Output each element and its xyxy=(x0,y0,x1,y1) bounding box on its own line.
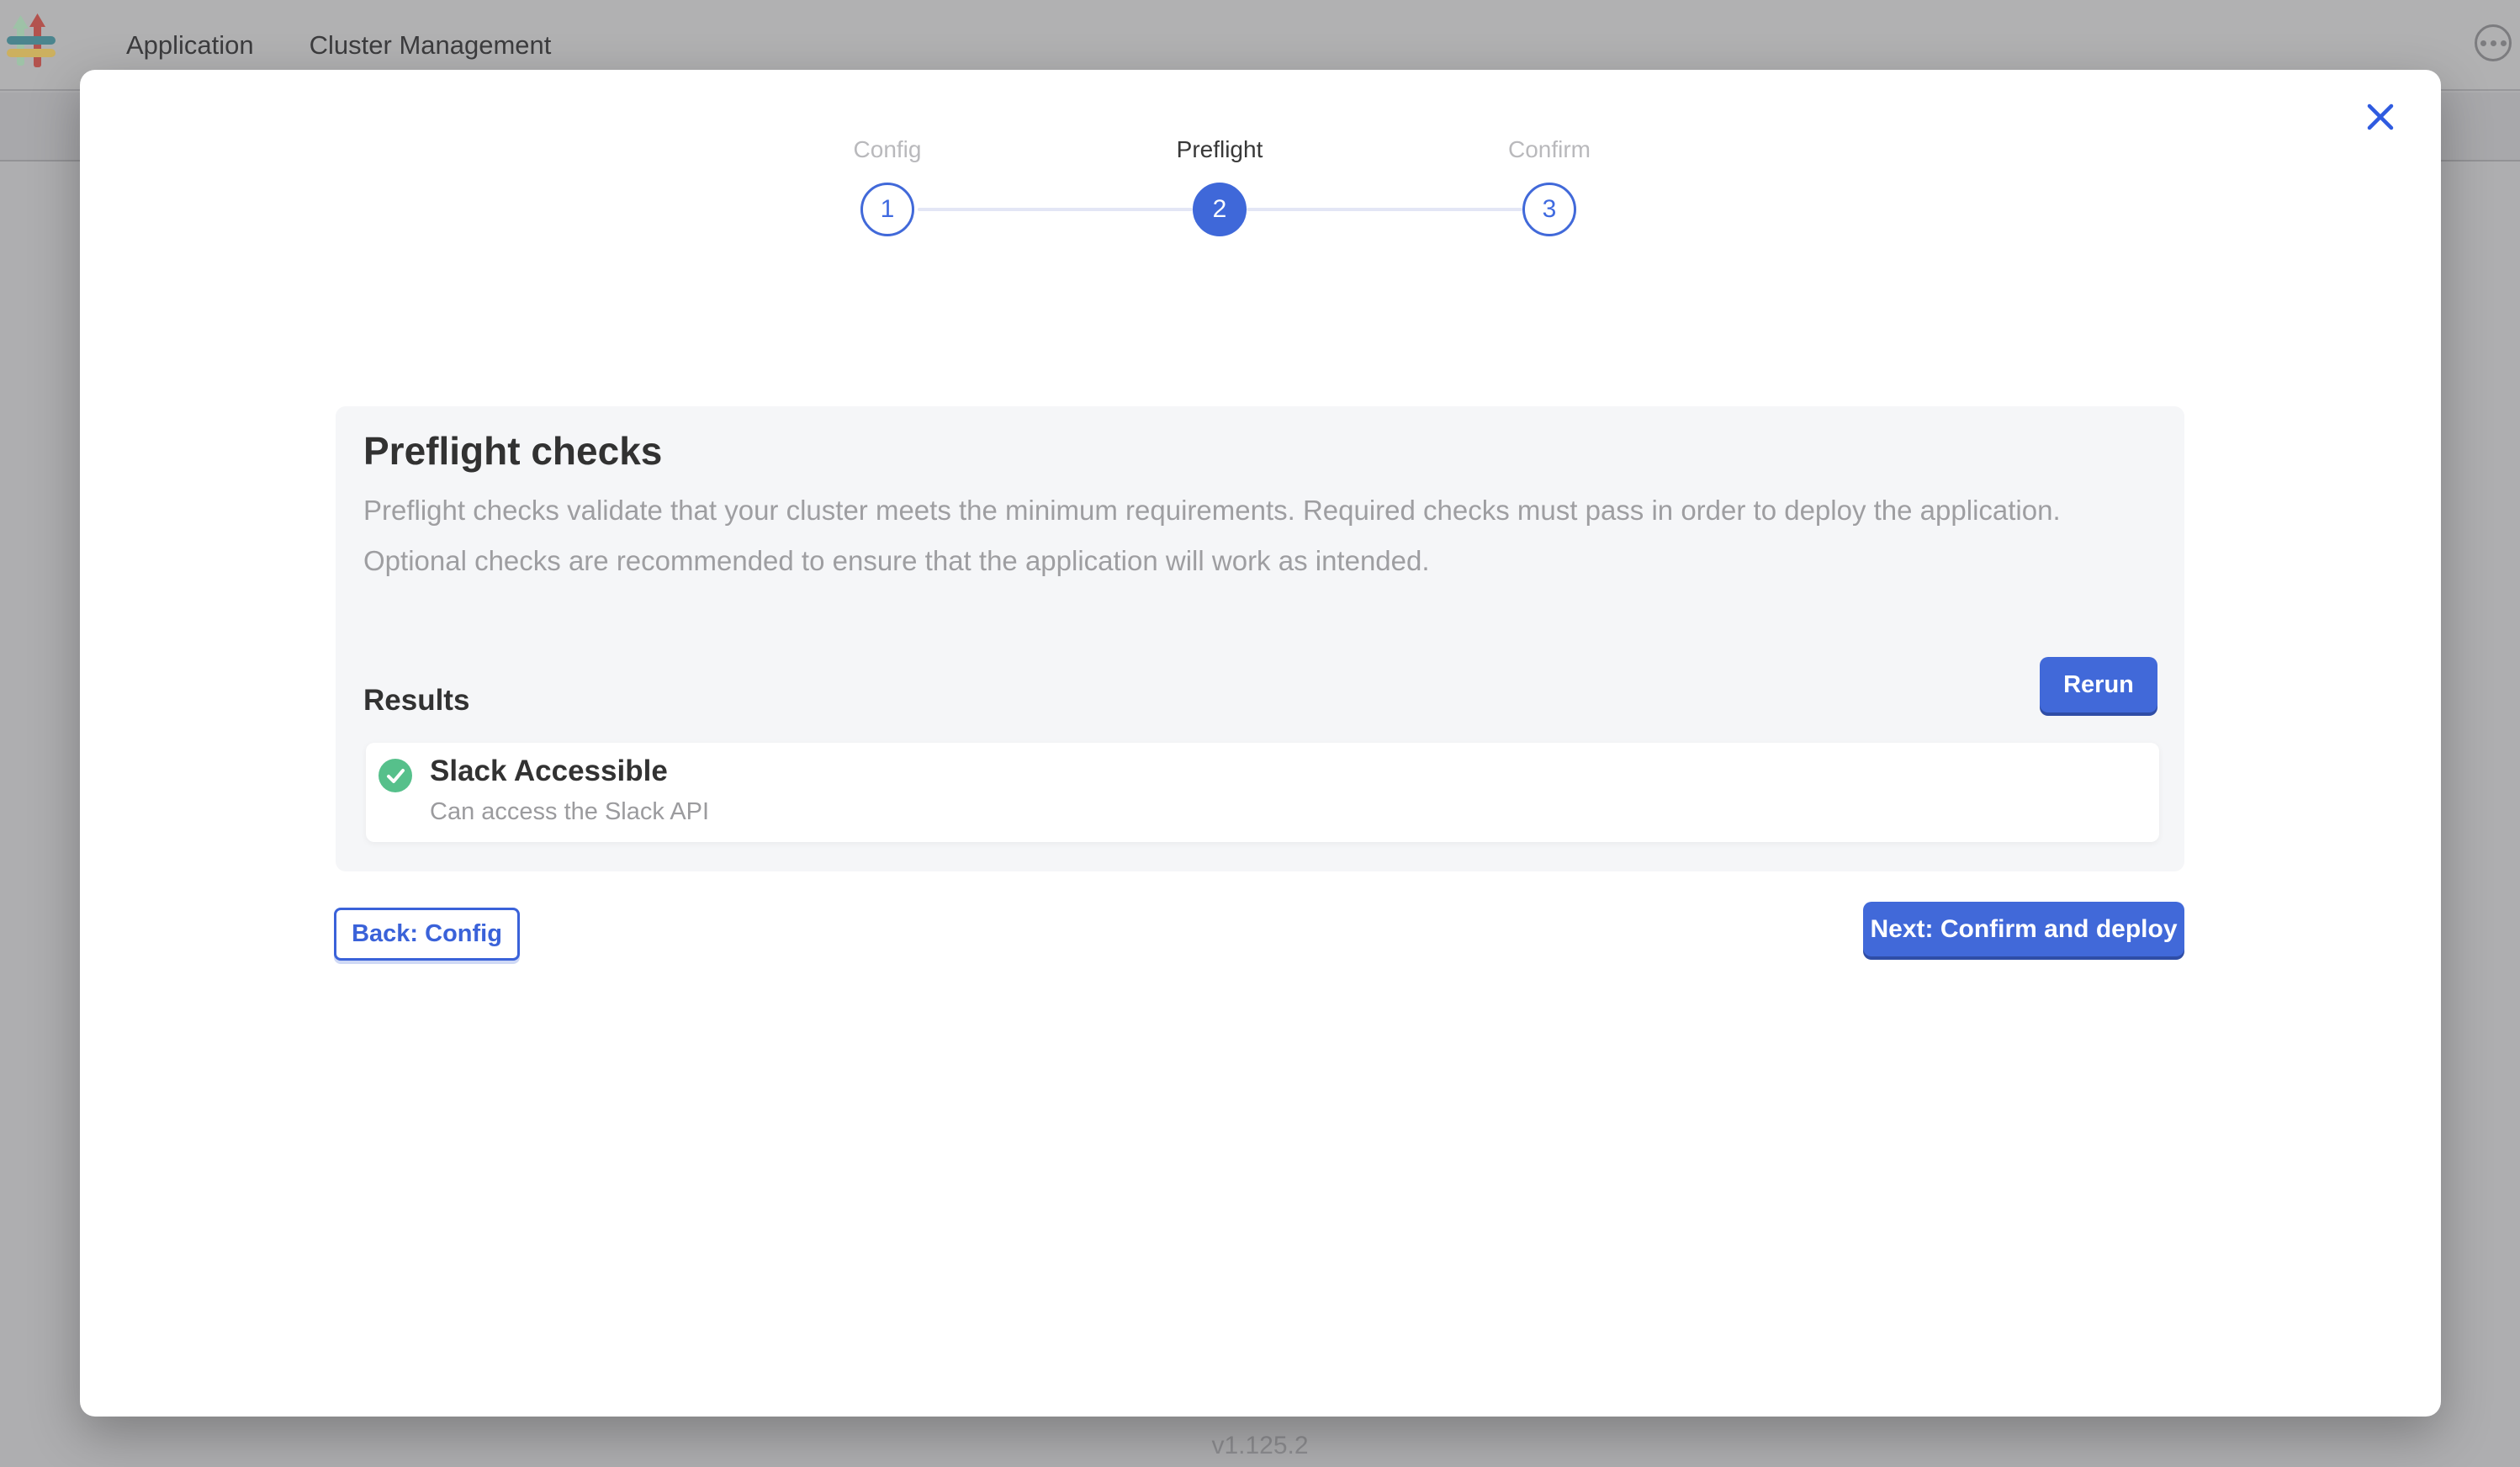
panel-description: Preflight checks validate that your clus… xyxy=(363,485,2155,586)
next-confirm-deploy-button[interactable]: Next: Confirm and deploy xyxy=(1863,902,2184,956)
preflight-wizard-modal: Config 1 Preflight 2 Confirm 3 Preflight… xyxy=(80,70,2441,1417)
step-number-circle: 2 xyxy=(1193,183,1247,236)
step-number-circle: 3 xyxy=(1522,183,1576,236)
app-logo-icon xyxy=(5,13,57,74)
nav-tab-cluster-management[interactable]: Cluster Management xyxy=(310,30,552,61)
step-label: Preflight xyxy=(1177,135,1263,164)
preflight-result-item: Slack Accessible Can access the Slack AP… xyxy=(366,743,2159,842)
panel-title: Preflight checks xyxy=(363,428,662,474)
nav-tab-application[interactable]: Application xyxy=(126,30,254,61)
stepper-step-preflight[interactable]: Preflight 2 xyxy=(1093,135,1346,236)
stepper-step-config[interactable]: Config 1 xyxy=(761,135,1014,236)
ellipsis-menu-icon[interactable] xyxy=(2475,24,2512,61)
step-number-circle: 1 xyxy=(860,183,914,236)
stepper-step-confirm[interactable]: Confirm 3 xyxy=(1423,135,1676,236)
result-title: Slack Accessible xyxy=(430,755,668,788)
check-pass-icon xyxy=(379,759,412,792)
preflight-checks-panel: Preflight checks Preflight checks valida… xyxy=(336,406,2184,871)
result-message: Can access the Slack API xyxy=(430,798,709,826)
rerun-button[interactable]: Rerun xyxy=(2040,657,2157,712)
app-version-label: v1.125.2 xyxy=(0,1432,2520,1460)
step-label: Config xyxy=(854,135,922,164)
back-config-button[interactable]: Back: Config xyxy=(334,908,520,961)
step-label: Confirm xyxy=(1508,135,1591,164)
close-icon[interactable] xyxy=(2364,100,2397,134)
results-heading: Results xyxy=(363,684,469,718)
